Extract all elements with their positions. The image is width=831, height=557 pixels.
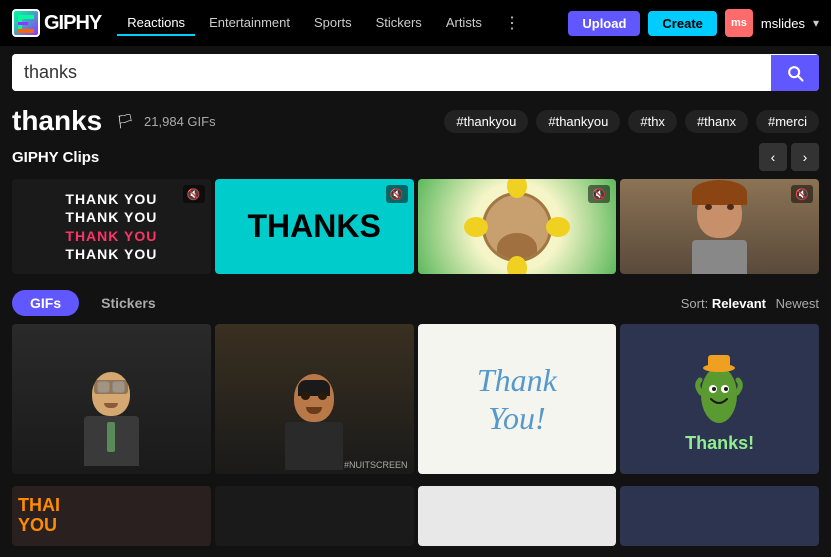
clip1-line1: THANK YOU <box>65 190 157 208</box>
nav-artists[interactable]: Artists <box>436 11 492 36</box>
tabs: GIFs Stickers <box>12 290 174 316</box>
gif-item-1[interactable] <box>12 324 211 474</box>
clips-section: GIPHY Clips ‹ › THANK YOU THANK YOU THAN… <box>0 143 831 282</box>
woman-clip <box>620 179 819 274</box>
gif-item-2[interactable]: #NUITSCREEN <box>215 324 414 474</box>
results-title: thanks <box>12 105 102 137</box>
hashtag-thx[interactable]: #thx <box>628 110 677 133</box>
sort-relevant[interactable]: Relevant <box>712 296 766 311</box>
clip-item-3[interactable]: 🔇 <box>418 179 617 274</box>
tabs-row: GIFs Stickers Sort: Relevant Newest <box>0 282 831 324</box>
tab-gifs[interactable]: GIFs <box>12 290 79 316</box>
clip2-text: THANKS <box>247 208 380 245</box>
chevron-down-icon[interactable]: ▾ <box>813 16 819 30</box>
navbar: GIPHY Reactions Entertainment Sports Sti… <box>0 0 831 46</box>
hashtag-thankyou[interactable]: #thankyou <box>444 110 528 133</box>
clips-prev-button[interactable]: ‹ <box>759 143 787 171</box>
clips-next-button[interactable]: › <box>791 143 819 171</box>
nav-sports[interactable]: Sports <box>304 11 362 36</box>
nav-entertainment[interactable]: Entertainment <box>199 11 300 36</box>
gif-bottom-3[interactable] <box>418 486 617 546</box>
clip1-line2: THANK YOU <box>65 208 157 226</box>
sort-label: Sort: <box>681 296 712 311</box>
clips-header: GIPHY Clips ‹ › <box>12 143 819 171</box>
username[interactable]: mslides <box>761 16 805 31</box>
nav-stickers[interactable]: Stickers <box>366 11 432 36</box>
partial-text-thai: THAI <box>18 496 60 516</box>
nav-actions: Upload Create ms mslides ▾ <box>568 9 819 37</box>
pickle-thanks-text: Thanks! <box>685 433 754 454</box>
gif-thumb-office <box>12 324 211 474</box>
clips-nav: ‹ › <box>759 143 819 171</box>
sort-newest[interactable]: Newest <box>776 296 819 311</box>
pickle-icon <box>692 345 747 425</box>
hashtag-thankyou2[interactable]: #thankyou <box>536 110 620 133</box>
volume-icon-1: 🔇 <box>183 185 205 203</box>
gif-grid: #NUITSCREEN ThankYou! <box>0 324 831 486</box>
results-flag: 🏳 <box>116 113 134 130</box>
hashtag-thanx[interactable]: #thanx <box>685 110 748 133</box>
gif-bottom-4[interactable] <box>620 486 819 546</box>
nav-links: Reactions Entertainment Sports Stickers … <box>117 9 560 37</box>
gif-item-3[interactable]: ThankYou! <box>418 324 617 474</box>
gif-bottom-1[interactable]: THAI YOU <box>12 486 211 546</box>
gif-bottom-row: THAI YOU <box>0 486 831 546</box>
dog-flower-clip <box>418 179 617 274</box>
volume-icon-2: 🔇 <box>386 185 408 203</box>
gif-bottom-2[interactable] <box>215 486 414 546</box>
partial-gif-1: THAI YOU <box>12 486 211 546</box>
volume-icon-3: 🔇 <box>588 185 610 203</box>
results-header: thanks 🏳 21,984 GIFs #thankyou #thankyou… <box>0 99 831 143</box>
results-count: 21,984 GIFs <box>144 114 216 129</box>
clip-item-2[interactable]: THANKS 🔇 <box>215 179 414 274</box>
clip1-line3: THANK YOU <box>65 227 157 245</box>
partial-text-you: YOU <box>18 516 57 536</box>
volume-icon-4: 🔇 <box>791 185 813 203</box>
avatar[interactable]: ms <box>725 9 753 37</box>
search-icon <box>785 63 805 83</box>
clip-item-1[interactable]: THANK YOU THANK YOU THANK YOU THANK YOU … <box>12 179 211 274</box>
hashtag-merci[interactable]: #merci <box>756 110 819 133</box>
hashtags: #thankyou #thankyou #thx #thanx #merci <box>444 110 819 133</box>
upload-button[interactable]: Upload <box>568 11 640 36</box>
nav-reactions[interactable]: Reactions <box>117 11 195 36</box>
gif-source-text: #NUITSCREEN <box>344 460 408 470</box>
search-input[interactable] <box>12 54 771 91</box>
clips-title: GIPHY Clips <box>12 149 99 166</box>
logo-text: GIPHY <box>44 12 101 35</box>
logo-icon <box>12 9 40 37</box>
clip-item-4[interactable]: 🔇 <box>620 179 819 274</box>
logo[interactable]: GIPHY <box>12 9 101 37</box>
gif-thumb-man: #NUITSCREEN <box>215 324 414 474</box>
gif-item-4[interactable]: Thanks! <box>620 324 819 474</box>
sort-row: Sort: Relevant Newest <box>681 296 819 311</box>
search-button[interactable] <box>771 55 819 91</box>
thankyou-card-text: ThankYou! <box>477 361 557 438</box>
clips-grid: THANK YOU THANK YOU THANK YOU THANK YOU … <box>12 179 819 274</box>
create-button[interactable]: Create <box>648 11 716 36</box>
nav-more-icon[interactable]: ⋮ <box>496 9 528 37</box>
clip1-line4: THANK YOU <box>65 245 157 263</box>
search-bar <box>12 54 819 91</box>
tab-stickers[interactable]: Stickers <box>83 290 173 316</box>
